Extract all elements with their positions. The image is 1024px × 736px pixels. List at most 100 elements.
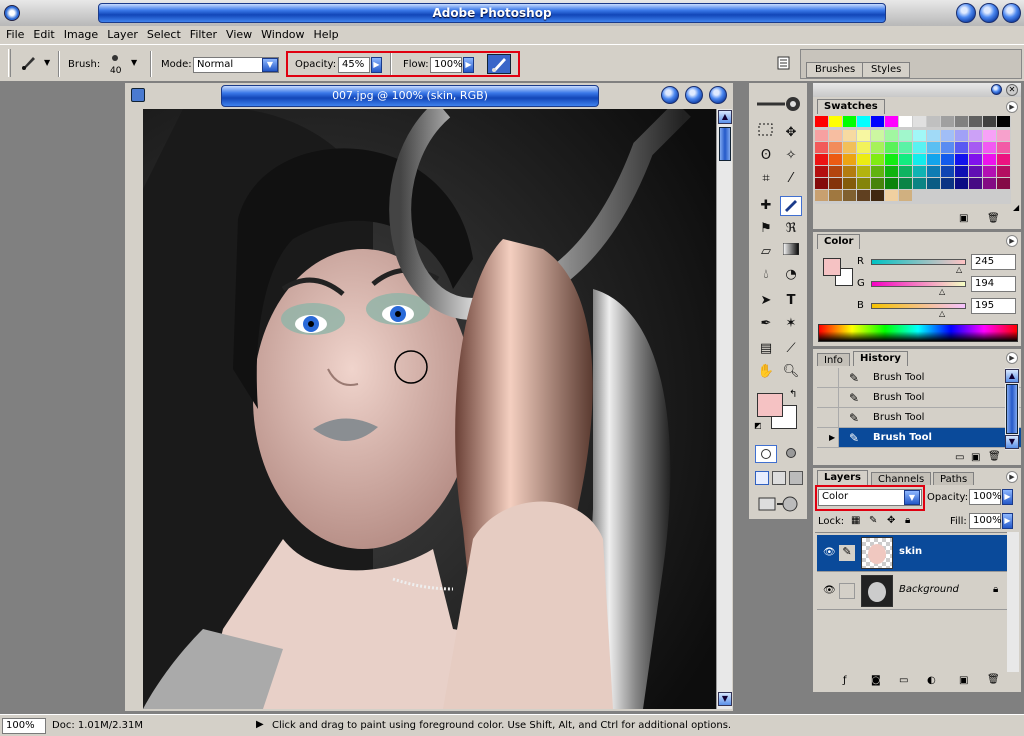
- menu-help[interactable]: Help: [310, 26, 344, 44]
- screen-mode-full-icon[interactable]: [789, 471, 803, 485]
- dodge-tool-icon[interactable]: ◔: [780, 265, 802, 285]
- opacity-slider-arrow-icon[interactable]: ▶: [371, 57, 382, 73]
- hand-tool-icon[interactable]: ✋: [755, 362, 777, 382]
- foreground-color-swatch[interactable]: [757, 393, 783, 417]
- visibility-eye-icon[interactable]: 👁︎: [823, 547, 836, 558]
- close-button[interactable]: [1002, 3, 1021, 23]
- slice-tool-icon[interactable]: ⁄: [780, 169, 802, 189]
- tab-channels[interactable]: Channels: [871, 472, 932, 485]
- opacity-field[interactable]: 45%: [338, 57, 370, 73]
- doc-size[interactable]: Doc: 1.01M/2.31M: [52, 720, 143, 731]
- clone-stamp-tool-icon[interactable]: ⚑: [755, 219, 777, 239]
- new-document-from-state-icon[interactable]: ▭: [955, 452, 964, 463]
- jump-to-imageready-icon[interactable]: [757, 495, 799, 513]
- type-tool-icon[interactable]: T: [780, 291, 802, 311]
- status-menu-arrow-icon[interactable]: ▶: [256, 719, 264, 730]
- g-field[interactable]: 194: [971, 276, 1016, 292]
- brush-tip-icon[interactable]: [112, 55, 118, 61]
- document-icon[interactable]: [131, 88, 145, 102]
- blur-tool-icon[interactable]: 💧︎: [755, 265, 777, 285]
- panel-resize-grip-icon[interactable]: ◢: [1013, 203, 1019, 212]
- layer-opacity-field[interactable]: 100%: [969, 489, 1002, 505]
- history-brush-tool-icon[interactable]: ℜ: [780, 219, 802, 239]
- tab-color[interactable]: Color: [817, 234, 861, 249]
- b-field[interactable]: 195: [971, 298, 1016, 314]
- lock-image-icon[interactable]: ✎: [869, 515, 877, 526]
- options-grip[interactable]: [8, 49, 11, 77]
- swap-colors-icon[interactable]: ↰: [789, 389, 797, 400]
- default-colors-icon[interactable]: ◩: [754, 421, 762, 430]
- layer-mask-icon[interactable]: ◙: [871, 675, 881, 686]
- gradient-tool-icon[interactable]: [780, 242, 802, 262]
- layers-menu-icon[interactable]: ▶: [1006, 471, 1018, 483]
- path-selection-tool-icon[interactable]: ➤: [755, 291, 777, 311]
- doc-minimize-button[interactable]: [661, 86, 679, 104]
- healing-brush-tool-icon[interactable]: ✚: [755, 196, 777, 216]
- r-field[interactable]: 245: [971, 254, 1016, 270]
- menu-select[interactable]: Select: [143, 26, 186, 44]
- file-browser-icon[interactable]: [776, 55, 792, 71]
- layer-name[interactable]: skin: [899, 546, 922, 557]
- layer-name[interactable]: Background: [899, 584, 959, 595]
- airbrush-toggle-icon[interactable]: [487, 54, 511, 74]
- layer-link-box[interactable]: [839, 583, 855, 599]
- scroll-down-icon[interactable]: ▼: [718, 692, 732, 706]
- notes-tool-icon[interactable]: ▤: [755, 339, 777, 359]
- tab-history[interactable]: History: [853, 351, 908, 366]
- lock-transparency-icon[interactable]: ▦: [851, 515, 860, 526]
- swatches-menu-icon[interactable]: ▶: [1006, 101, 1018, 113]
- palette-well-tab-brushes[interactable]: Brushes: [806, 62, 865, 78]
- tab-paths[interactable]: Paths: [933, 472, 975, 485]
- minimize-button[interactable]: [956, 3, 976, 23]
- screen-mode-full-menu-icon[interactable]: [772, 471, 786, 485]
- new-swatch-icon[interactable]: ▣: [959, 213, 968, 224]
- r-slider-thumb-icon[interactable]: △: [956, 265, 962, 274]
- history-scroll-up-icon[interactable]: ▲: [1005, 369, 1019, 383]
- menu-filter[interactable]: Filter: [186, 26, 222, 44]
- palette-well-tab-styles[interactable]: Styles: [862, 62, 911, 78]
- b-slider-thumb-icon[interactable]: △: [939, 309, 945, 318]
- screen-mode-standard-icon[interactable]: [755, 471, 769, 485]
- menu-layer[interactable]: Layer: [103, 26, 143, 44]
- pen-tool-icon[interactable]: ✒: [755, 314, 777, 334]
- adjustment-layer-icon[interactable]: ◐: [927, 675, 936, 686]
- eyedropper-tool-icon[interactable]: ⟋: [780, 339, 802, 359]
- standard-mode-icon[interactable]: [755, 445, 777, 463]
- b-slider[interactable]: [871, 303, 966, 309]
- history-item[interactable]: ✎ Brush Tool: [817, 368, 1021, 388]
- crop-tool-icon[interactable]: ⌗: [755, 169, 777, 189]
- panel-close-icon[interactable]: ✕: [1006, 84, 1018, 96]
- menu-edit[interactable]: Edit: [29, 26, 59, 44]
- brush-tool-icon[interactable]: [780, 196, 802, 216]
- history-scroll-thumb[interactable]: [1006, 384, 1018, 434]
- eraser-tool-icon[interactable]: ▱: [755, 242, 777, 262]
- photoshop-feather-icon[interactable]: [755, 95, 801, 113]
- layer-set-icon[interactable]: ▭: [899, 675, 908, 686]
- delete-swatch-icon[interactable]: 🗑︎: [987, 213, 1000, 224]
- menu-file[interactable]: File: [2, 26, 29, 44]
- scroll-up-icon[interactable]: ▲: [718, 110, 732, 124]
- scroll-thumb[interactable]: [719, 127, 731, 161]
- lock-all-icon[interactable]: 🔒︎: [905, 515, 910, 526]
- flow-field[interactable]: 100%: [430, 57, 463, 73]
- custom-shape-tool-icon[interactable]: ✶: [780, 314, 802, 334]
- delete-state-icon[interactable]: 🗑︎: [988, 451, 1001, 462]
- lock-position-icon[interactable]: ✥: [887, 515, 895, 526]
- layer-style-icon[interactable]: ƒ: [843, 675, 847, 686]
- new-layer-icon[interactable]: ▣: [959, 675, 968, 686]
- menu-image[interactable]: Image: [60, 26, 103, 44]
- tool-preset-dropdown-icon[interactable]: ▼: [44, 58, 50, 67]
- color-menu-icon[interactable]: ▶: [1006, 235, 1018, 247]
- layers-scrollbar[interactable]: [1007, 532, 1019, 672]
- lasso-tool-icon[interactable]: ʘ: [755, 146, 777, 166]
- flow-slider-arrow-icon[interactable]: ▶: [463, 57, 474, 73]
- r-slider[interactable]: [871, 259, 966, 265]
- new-snapshot-icon[interactable]: ▣: [971, 452, 980, 463]
- history-item-selected[interactable]: ▶ ✎ Brush Tool: [817, 428, 1021, 448]
- g-slider[interactable]: [871, 281, 966, 287]
- layer-opacity-arrow-icon[interactable]: ▶: [1002, 489, 1013, 505]
- fill-field[interactable]: 100%: [969, 513, 1002, 529]
- zoom-field[interactable]: 100%: [2, 718, 46, 734]
- history-item[interactable]: ✎ Brush Tool: [817, 388, 1021, 408]
- history-scrollbar[interactable]: ▲ ▼: [1005, 368, 1019, 450]
